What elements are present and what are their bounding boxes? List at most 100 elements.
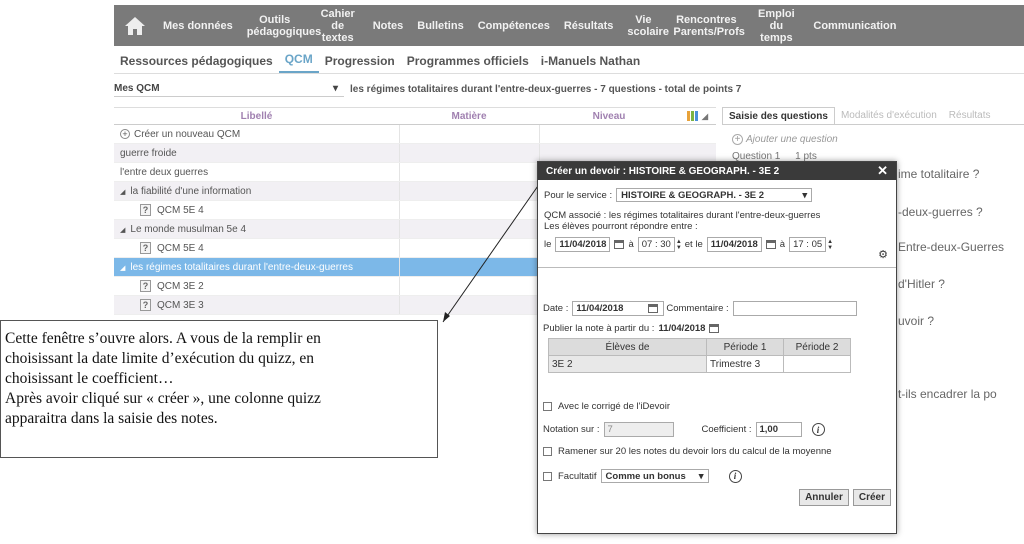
row-matiere-cell: [399, 277, 539, 295]
plus-circle-icon: +: [120, 128, 130, 139]
row-label: guerre froide: [120, 147, 177, 159]
info-icon[interactable]: i: [811, 423, 825, 436]
service-select-value: HISTOIRE & GEOGRAPH. - 3E 2: [621, 189, 765, 201]
add-question-label: Ajouter une question: [746, 134, 838, 145]
ramener-label: Ramener sur 20 les notes du devoir lors …: [558, 446, 832, 457]
nav-emploi-du-temps[interactable]: Emploi du temps: [746, 8, 806, 44]
row-matiere-cell: [399, 201, 539, 219]
grid-header: Libellé Matière Niveau ◢: [114, 107, 716, 125]
nav-mes-donnees[interactable]: Mes données: [156, 20, 240, 32]
row-label-cell: ? QCM 3E 3: [114, 299, 399, 311]
subnav-imanuels[interactable]: i-Manuels Nathan: [535, 54, 646, 73]
calendar-icon[interactable]: [709, 324, 720, 333]
nav-communication[interactable]: Communication: [806, 20, 903, 32]
qcm-associe-text: QCM associé : les régimes totalitaires d…: [544, 210, 821, 221]
nav-cahier-de-textes[interactable]: Cahier de textes: [310, 8, 366, 44]
question-fragment-3: Entre-deux-Guerres: [898, 240, 1005, 254]
row-label: l'entre deux guerres: [120, 166, 209, 178]
create-devoir-dialog: Créer un devoir : HISTOIRE & GEOGRAPH. -…: [537, 161, 897, 534]
header-matiere[interactable]: Matière: [399, 108, 539, 124]
question-fragment-2: -deux-guerres ?: [898, 205, 983, 219]
close-icon[interactable]: ✕: [877, 163, 888, 179]
grid-tools: ◢: [679, 108, 716, 124]
end-minute: 05: [811, 239, 823, 250]
nav-bulletins[interactable]: Bulletins: [410, 20, 470, 32]
question-fragment-6: t-ils encadrer la po: [898, 387, 997, 401]
cancel-button[interactable]: Annuler: [799, 489, 849, 506]
calendar-icon[interactable]: [765, 240, 776, 249]
tab-resultats[interactable]: Résultats: [943, 107, 997, 124]
nav-notes[interactable]: Notes: [366, 20, 411, 32]
expand-triangle-icon[interactable]: ◢: [120, 265, 125, 272]
ramener-row[interactable]: Ramener sur 20 les notes du devoir lors …: [543, 446, 891, 457]
qcm-select-value: Mes QCM: [114, 83, 160, 94]
create-button[interactable]: Créer: [852, 489, 891, 506]
start-hour: 07: [641, 239, 653, 250]
add-question-link[interactable]: + Ajouter une question: [732, 134, 838, 145]
start-minute: 30: [660, 239, 671, 250]
expand-triangle-icon[interactable]: ◢: [120, 227, 125, 234]
subnav-qcm[interactable]: QCM: [278, 52, 319, 73]
dialog-titlebar: Créer un devoir : HISTOIRE & GEOGRAPH. -…: [538, 162, 896, 180]
et-le-label: et le: [684, 239, 703, 250]
subnav-ressources[interactable]: Ressources pédagogiques: [114, 54, 279, 73]
sub-navigation: Ressources pédagogiques QCM Progression …: [114, 48, 1024, 74]
col-periode-2: Période 2: [783, 338, 851, 356]
tab-modalites[interactable]: Modalités d'exécution: [835, 107, 943, 124]
corrige-checkbox[interactable]: [543, 402, 552, 411]
publish-label: Publier la note à partir du :: [543, 323, 655, 334]
coefficient-input[interactable]: 1,00: [755, 422, 802, 437]
end-time-input[interactable]: 17 : 05: [789, 237, 827, 252]
subnav-progression[interactable]: Progression: [319, 54, 401, 73]
facultatif-checkbox[interactable]: [543, 471, 552, 481]
end-date-input[interactable]: 11/04/2018: [706, 237, 762, 252]
comment-input[interactable]: [732, 301, 857, 316]
table-row[interactable]: + Créer un nouveau QCM: [114, 125, 716, 144]
subnav-programmes[interactable]: Programmes officiels: [401, 54, 535, 73]
nav-vie-scolaire[interactable]: Vie scolaire: [620, 14, 669, 38]
table-row[interactable]: 3E 2 Trimestre 3: [548, 355, 851, 373]
cell-periode-2[interactable]: [783, 355, 851, 373]
ramener-checkbox[interactable]: [543, 447, 552, 456]
facultatif-select[interactable]: Comme un bonus ▾: [600, 469, 709, 483]
cell-periode-1[interactable]: Trimestre 3: [706, 355, 784, 373]
callout-line-2: choisissant la date limite d’exécution d…: [5, 350, 315, 367]
gear-icon[interactable]: ⚙: [878, 248, 888, 261]
nav-rencontres-parents-profs[interactable]: Rencontres Parents/Profs: [666, 14, 746, 38]
publish-date[interactable]: 11/04/2018: [658, 323, 705, 334]
row-matiere-cell: [399, 220, 539, 238]
expand-triangle-icon[interactable]: ◢: [120, 189, 125, 196]
notation-input[interactable]: 7: [603, 422, 674, 437]
plus-circle-icon: +: [732, 134, 743, 145]
nav-outils-pedagogiques[interactable]: Outils pédagogiques: [240, 14, 322, 38]
collapse-icon[interactable]: ◢: [702, 108, 708, 125]
qcm-select[interactable]: Mes QCM ▾: [114, 81, 344, 97]
spinner-icon[interactable]: ▲ ▼: [676, 239, 682, 251]
header-niveau[interactable]: Niveau: [539, 108, 679, 124]
start-time-input[interactable]: 07 : 30: [637, 237, 675, 252]
row-label: Créer un nouveau QCM: [134, 128, 241, 140]
nav-competences[interactable]: Compétences: [471, 20, 557, 32]
chevron-down-icon: ▾: [802, 189, 808, 201]
home-icon[interactable]: [124, 16, 146, 36]
info-icon[interactable]: i: [728, 469, 742, 483]
col-periode-1: Période 1: [706, 338, 784, 356]
cell-classe: 3E 2: [548, 355, 707, 373]
calendar-icon[interactable]: [648, 304, 659, 313]
row-label-cell: ◢ la fiabilité d'une information: [114, 186, 399, 197]
row-label-cell: ◢ Le monde musulman 5e 4: [114, 224, 399, 235]
nav-resultats[interactable]: Résultats: [557, 20, 621, 32]
tab-saisie-questions[interactable]: Saisie des questions: [722, 107, 835, 124]
a-label-1: à: [628, 239, 634, 250]
header-libelle[interactable]: Libellé: [114, 108, 399, 124]
service-select[interactable]: HISTOIRE & GEOGRAPH. - 3E 2 ▾: [616, 188, 813, 202]
start-date-input[interactable]: 11/04/2018: [555, 237, 611, 252]
dialog-title: Créer un devoir : HISTOIRE & GEOGRAPH. -…: [546, 165, 780, 177]
chart-icon[interactable]: [686, 111, 699, 121]
spinner-icon[interactable]: ▲ ▼: [827, 239, 833, 251]
row-label: QCM 5E 4: [157, 243, 204, 254]
comment-label: Commentaire :: [666, 303, 729, 314]
corrige-row[interactable]: Avec le corrigé de l'iDevoir: [543, 401, 891, 412]
calendar-icon[interactable]: [614, 240, 625, 249]
row-label-cell: guerre froide: [114, 148, 399, 159]
